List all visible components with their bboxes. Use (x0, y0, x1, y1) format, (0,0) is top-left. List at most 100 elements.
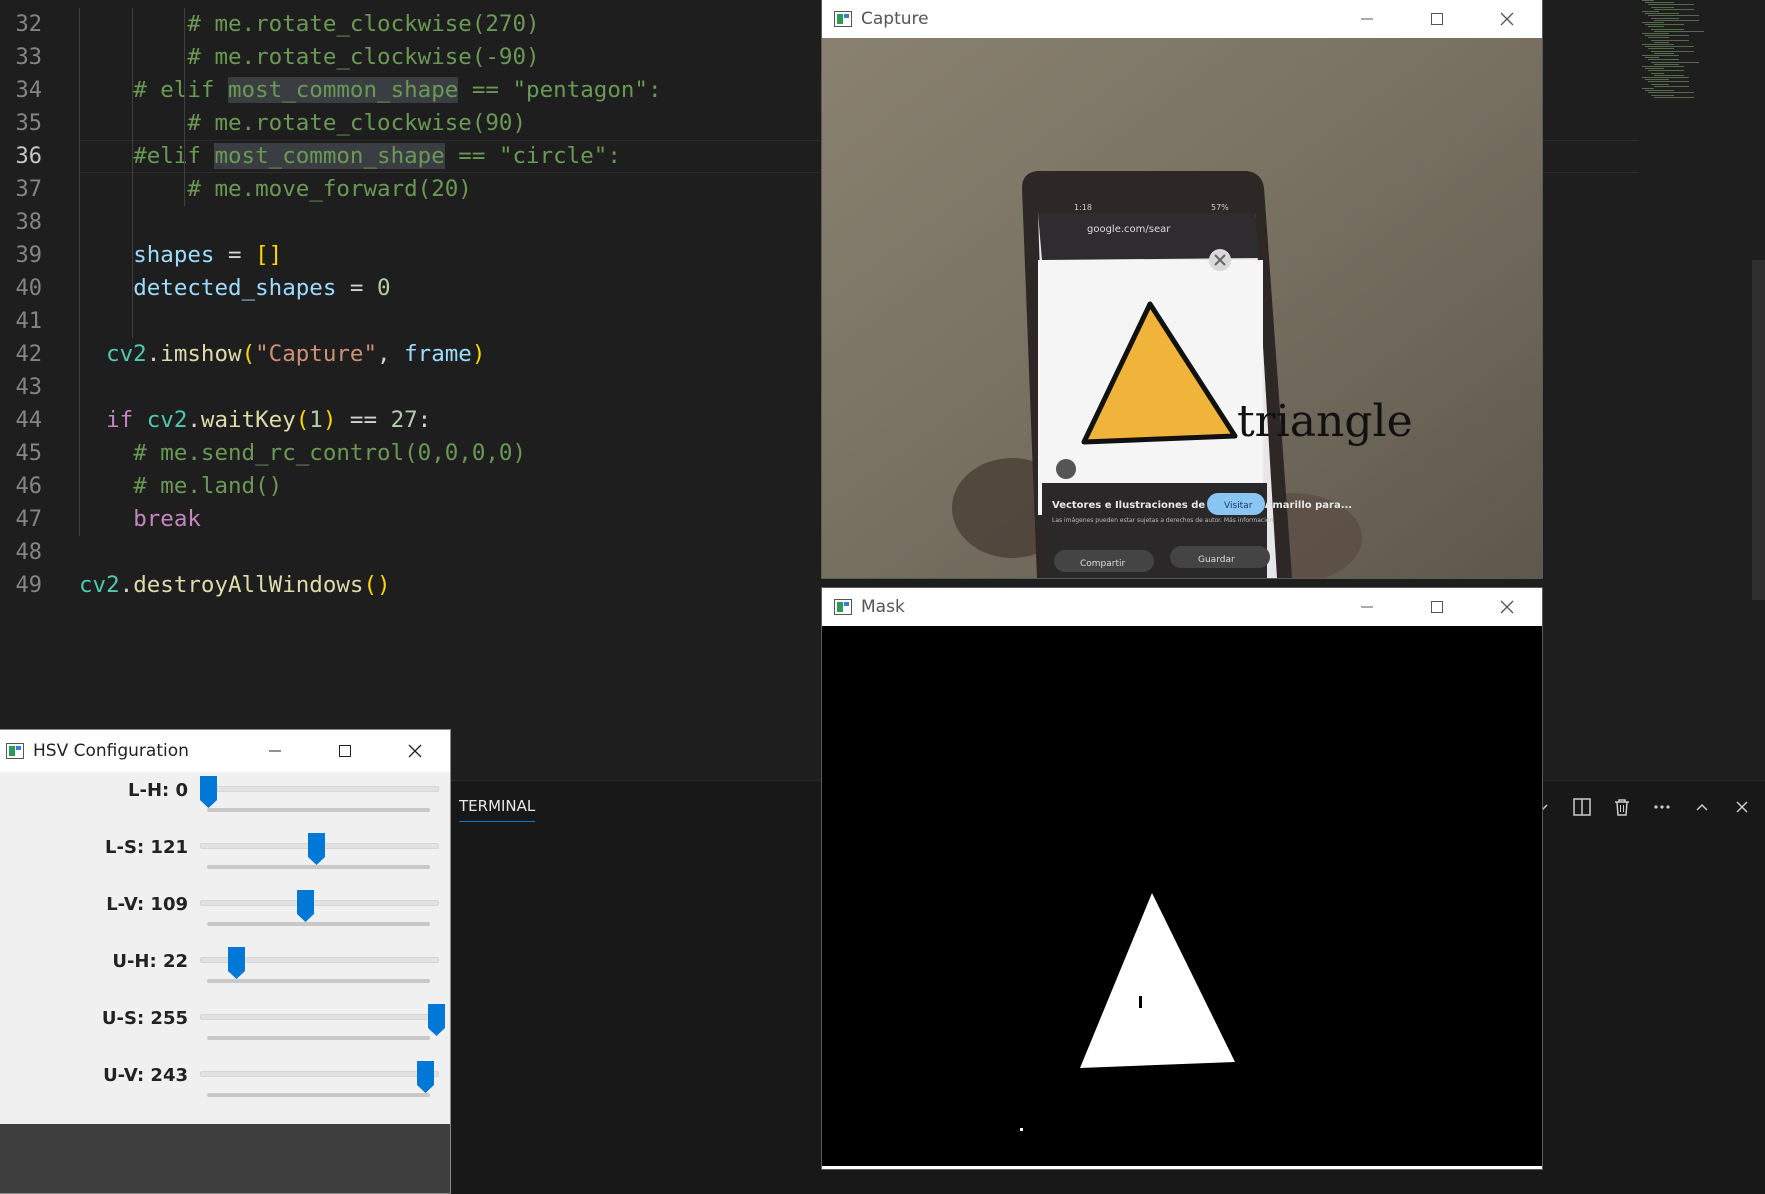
slider-thumb[interactable] (200, 776, 217, 808)
maximize-button[interactable] (1402, 588, 1472, 626)
hsv-slider-row: U-S: 255 (0, 1000, 450, 1057)
minimap-line (1645, 46, 1694, 48)
slider-track[interactable] (200, 1071, 439, 1077)
phone-caption-title: Vectores e Ilustraciones de Triangulo Am… (1052, 500, 1352, 511)
minimap-line (1654, 41, 1669, 43)
slider-scale (207, 922, 430, 926)
slider-thumb[interactable] (297, 890, 315, 922)
slider-label: U-H: 22 (112, 951, 188, 972)
indent-guide (184, 8, 185, 206)
code-text[interactable]: # me.rotate_clockwise(270) (79, 8, 539, 41)
code-text[interactable]: #elif most_common_shape == "circle": (79, 140, 621, 173)
close-panel-icon[interactable] (1729, 795, 1755, 819)
hsv-slider-row: L-V: 109 (0, 886, 450, 943)
code-text[interactable]: shapes = [] (79, 239, 282, 272)
slider-label: U-S: 255 (101, 1008, 188, 1029)
slider-scale (207, 979, 430, 983)
line-number: 42 (15, 342, 43, 367)
code-text[interactable]: cv2.destroyAllWindows() (79, 569, 391, 602)
capture-titlebar[interactable]: Capture (822, 0, 1542, 38)
minimap-line (1648, 48, 1674, 50)
code-text[interactable]: # elif most_common_shape == "pentagon": (79, 74, 662, 107)
code-text[interactable]: # me.rotate_clockwise(-90) (79, 41, 539, 74)
line-number: 47 (15, 507, 43, 532)
minimap-line (1645, 2, 1674, 4)
code-text[interactable]: detected_shapes = 0 (79, 272, 390, 305)
phone-visit-button: Visitar (1224, 501, 1253, 511)
phone-caption-sub: Las imágenes pueden estar sujetas a dere… (1052, 517, 1274, 524)
minimap-line (1642, 88, 1654, 89)
line-number: 44 (15, 408, 43, 433)
minimap-line (1645, 68, 1664, 70)
hsv-slider-row: U-V: 243 (0, 1057, 450, 1114)
maximize-button[interactable] (310, 730, 380, 772)
indent-guide (79, 8, 80, 536)
line-number: 41 (15, 309, 43, 334)
line-number: 45 (15, 441, 43, 466)
phone-share-button: Compartir (1080, 559, 1126, 569)
minimap-line (1651, 28, 1684, 30)
mask-frame (822, 626, 1542, 1166)
slider-scale (207, 808, 430, 812)
minimap-line (1648, 15, 1699, 17)
slider-thumb[interactable] (228, 947, 246, 979)
minimap-line (1654, 52, 1674, 54)
mask-titlebar[interactable]: Mask (822, 588, 1542, 626)
mask-window[interactable]: Mask (822, 588, 1542, 1169)
capture-title: Capture (861, 9, 929, 29)
close-button[interactable] (1472, 588, 1542, 626)
more-icon[interactable] (1649, 795, 1675, 819)
split-terminal-icon[interactable] (1569, 795, 1595, 819)
slider-track[interactable] (200, 900, 439, 906)
code-text[interactable]: cv2.imshow("Capture", frame) (79, 338, 485, 371)
minimap-line (1648, 59, 1679, 61)
slider-scale (207, 1093, 430, 1097)
tab-terminal[interactable]: TERMINAL (459, 797, 536, 822)
editor-scrollbar[interactable] (1752, 260, 1765, 600)
slider-scale (207, 865, 430, 869)
phone-save-button: Guardar (1198, 555, 1235, 565)
code-text[interactable]: break (79, 503, 201, 536)
close-button[interactable] (380, 730, 450, 772)
phone-status-time: 1:18 (1074, 203, 1092, 212)
code-text[interactable]: # me.move_forward(20) (79, 173, 471, 206)
slider-label: L-S: 121 (105, 837, 188, 858)
capture-scene: 1:18 57% google.com/sear triangle Vector… (822, 38, 1542, 578)
opencv-app-icon (834, 599, 852, 615)
slider-label: L-H: 0 (128, 780, 188, 801)
minimap-line (1648, 26, 1664, 28)
slider-thumb[interactable] (428, 1004, 445, 1036)
indent-guide (132, 8, 133, 338)
trash-icon[interactable] (1609, 795, 1635, 819)
capture-frame: 1:18 57% google.com/sear triangle Vector… (822, 38, 1542, 578)
code-text[interactable]: if cv2.waitKey(1) == 27: (79, 404, 431, 437)
slider-thumb[interactable] (308, 833, 326, 865)
slider-track[interactable] (200, 1014, 439, 1020)
minimap-line (1648, 81, 1689, 83)
minimize-button[interactable] (240, 730, 310, 772)
hsv-titlebar[interactable]: HSV Configuration (0, 730, 450, 772)
code-text[interactable]: # me.send_rc_control(0,0,0,0) (79, 437, 526, 470)
capture-window[interactable]: Capture 1:18 57% google.com/sear triangl… (822, 0, 1542, 578)
line-number: 48 (15, 540, 43, 565)
hsv-config-window[interactable]: HSV Configuration L-H: 0 L-S: 121 L-V: 109… (0, 730, 450, 1193)
close-button[interactable] (1472, 0, 1542, 38)
minimize-button[interactable] (1332, 588, 1402, 626)
minimap-line (1642, 0, 1654, 1)
minimap-line (1654, 30, 1704, 32)
code-text[interactable]: # me.land() (79, 470, 282, 503)
minimap-line (1654, 19, 1699, 21)
slider-track[interactable] (200, 786, 439, 792)
maximize-button[interactable] (1402, 0, 1472, 38)
maximize-panel-icon[interactable] (1689, 795, 1715, 819)
minimap[interactable] (1638, 0, 1748, 110)
line-number: 49 (15, 573, 43, 598)
terminal-actions (1529, 795, 1755, 819)
line-number: 33 (15, 45, 43, 70)
code-text[interactable]: # me.rotate_clockwise(90) (79, 107, 526, 140)
minimize-button[interactable] (1332, 0, 1402, 38)
minimap-line (1645, 24, 1684, 26)
mask-title: Mask (861, 597, 905, 617)
slider-thumb[interactable] (417, 1061, 435, 1093)
minimap-line (1654, 96, 1694, 98)
